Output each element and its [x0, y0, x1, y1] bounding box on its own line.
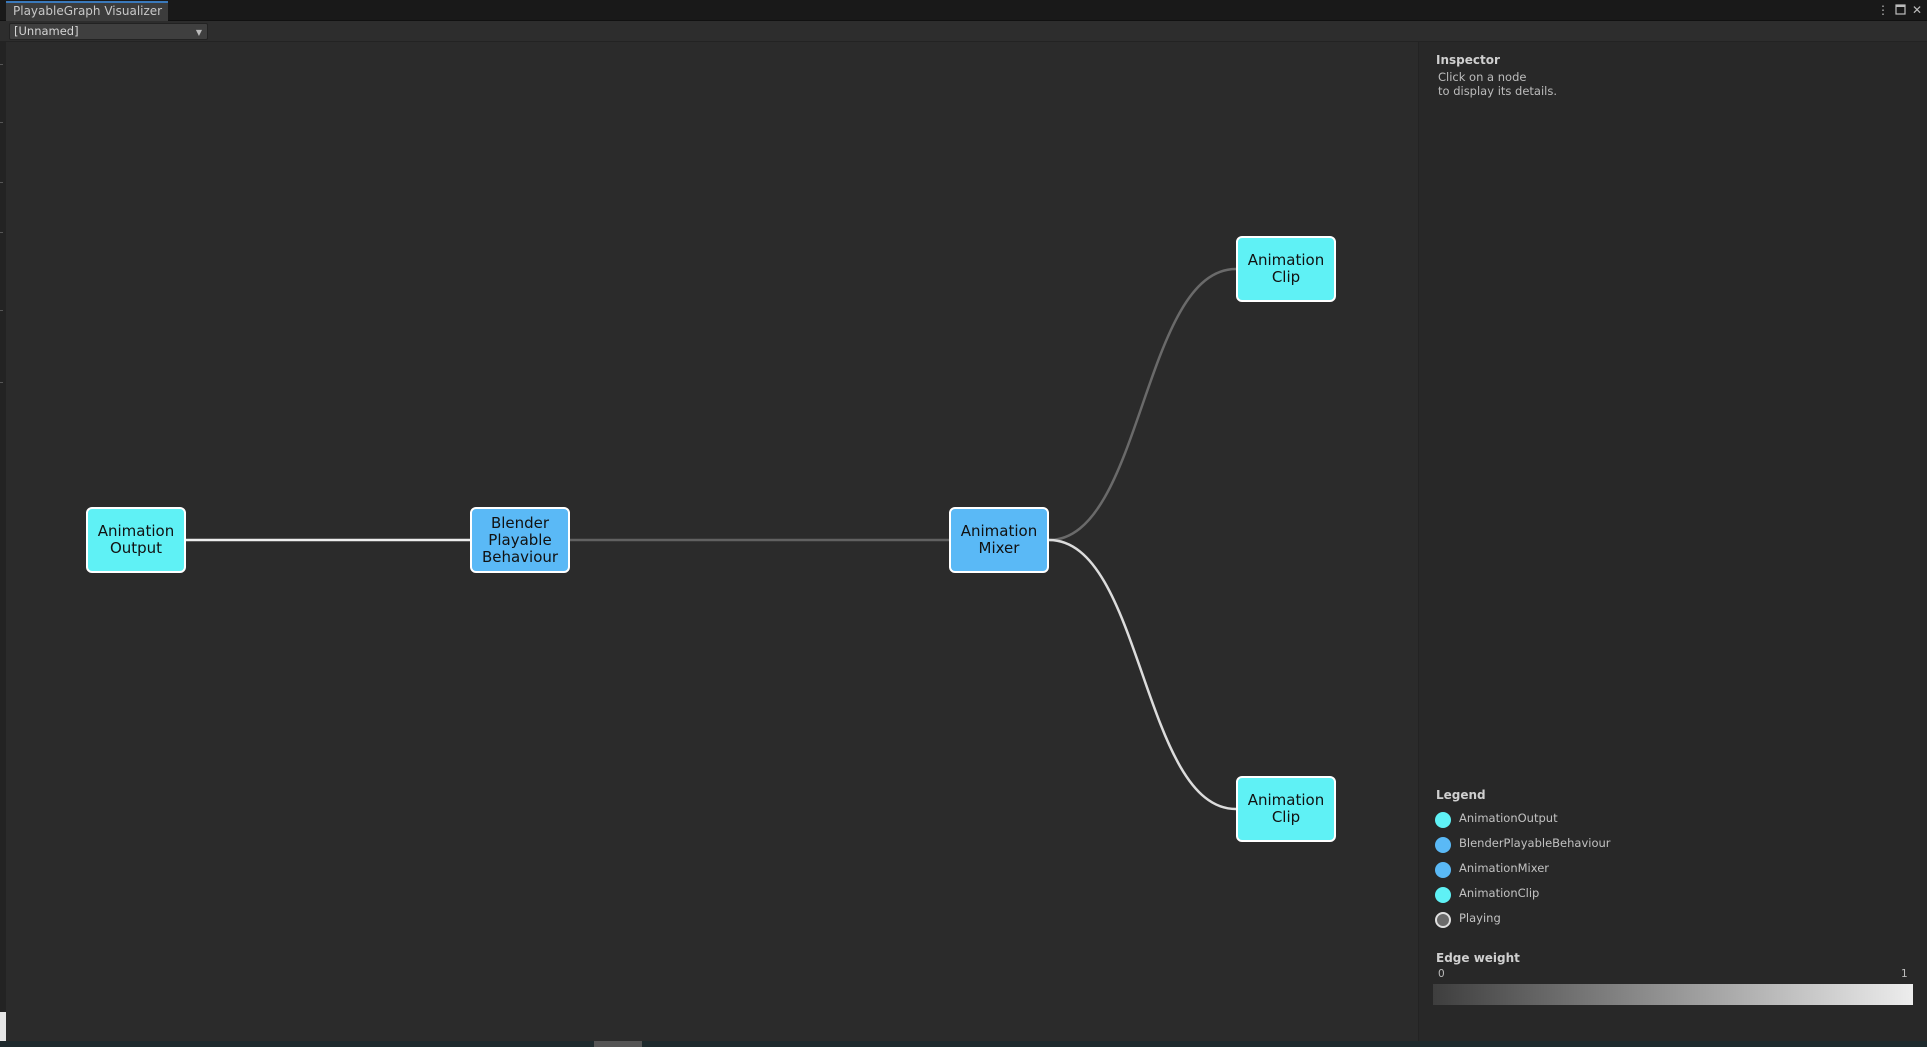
graph-edge: [1048, 538, 1237, 811]
legend-label: AnimationOutput: [1459, 811, 1558, 825]
more-options-icon[interactable]: ⋮: [1875, 1, 1891, 19]
node-blender-playable-behaviour[interactable]: Blender Playable Behaviour: [470, 507, 570, 573]
node-label: Animation Clip: [1247, 251, 1325, 286]
maximize-icon[interactable]: [1892, 1, 1908, 19]
legend-swatch: [1435, 837, 1451, 853]
graph-canvas[interactable]: Animation Output Blender Playable Behavi…: [6, 42, 1418, 1041]
node-animation-mixer[interactable]: Animation Mixer: [949, 507, 1049, 573]
bottom-scrollbar[interactable]: [0, 1041, 1927, 1047]
playable-graph-visualizer-window: PlayableGraph Visualizer ⋮ ✕ [Unnamed] ▼…: [0, 0, 1927, 1047]
window-tab[interactable]: PlayableGraph Visualizer: [6, 1, 168, 21]
node-animation-output[interactable]: Animation Output: [86, 507, 186, 573]
edge-mark: [0, 122, 3, 123]
node-animation-clip-top[interactable]: Animation Clip: [1236, 236, 1336, 302]
edge-weight-gradient: [1433, 984, 1913, 1005]
legend-title: Legend: [1436, 788, 1486, 802]
legend-swatch-playing: [1435, 912, 1451, 928]
edge-mark: [0, 382, 3, 383]
legend-swatch: [1435, 812, 1451, 828]
inspector-panel: Inspector Click on a node to display its…: [1418, 42, 1927, 1041]
legend-label: Playing: [1459, 911, 1501, 925]
scrollbar-thumb[interactable]: [594, 1041, 642, 1047]
chevron-down-icon: ▼: [195, 28, 202, 37]
close-icon[interactable]: ✕: [1909, 1, 1925, 19]
edge-weight-max: 1: [1901, 968, 1908, 980]
title-bar: PlayableGraph Visualizer ⋮ ✕: [0, 0, 1927, 21]
toolbar: [Unnamed] ▼: [0, 21, 1927, 42]
legend-swatch: [1435, 887, 1451, 903]
window-tab-title: PlayableGraph Visualizer: [13, 4, 163, 18]
graph-select-dropdown[interactable]: [Unnamed] ▼: [9, 23, 208, 40]
legend-swatch: [1435, 862, 1451, 878]
edge-mark: [0, 182, 3, 183]
edge-mark: [0, 310, 3, 311]
graph-select-value: [Unnamed]: [14, 24, 79, 38]
graph-edge: [1048, 267, 1237, 542]
node-label: Animation Output: [97, 522, 175, 557]
edge-mark: [0, 232, 3, 233]
edge-mark: [0, 64, 3, 65]
legend-label: AnimationMixer: [1459, 861, 1550, 875]
node-label: Animation Clip: [1247, 791, 1325, 826]
edge-weight-min: 0: [1438, 968, 1445, 980]
node-label: Blender Playable Behaviour: [481, 513, 559, 566]
inspector-hint: Click on a node to display its details.: [1438, 70, 1558, 98]
legend-label: BlenderPlayableBehaviour: [1459, 836, 1611, 850]
graph-edges: [186, 267, 1237, 811]
node-label: Animation Mixer: [960, 522, 1038, 557]
legend-label: AnimationClip: [1459, 886, 1540, 900]
node-animation-clip-bottom[interactable]: Animation Clip: [1236, 776, 1336, 842]
edge-weight-title: Edge weight: [1436, 951, 1520, 965]
inspector-title: Inspector: [1436, 53, 1500, 67]
